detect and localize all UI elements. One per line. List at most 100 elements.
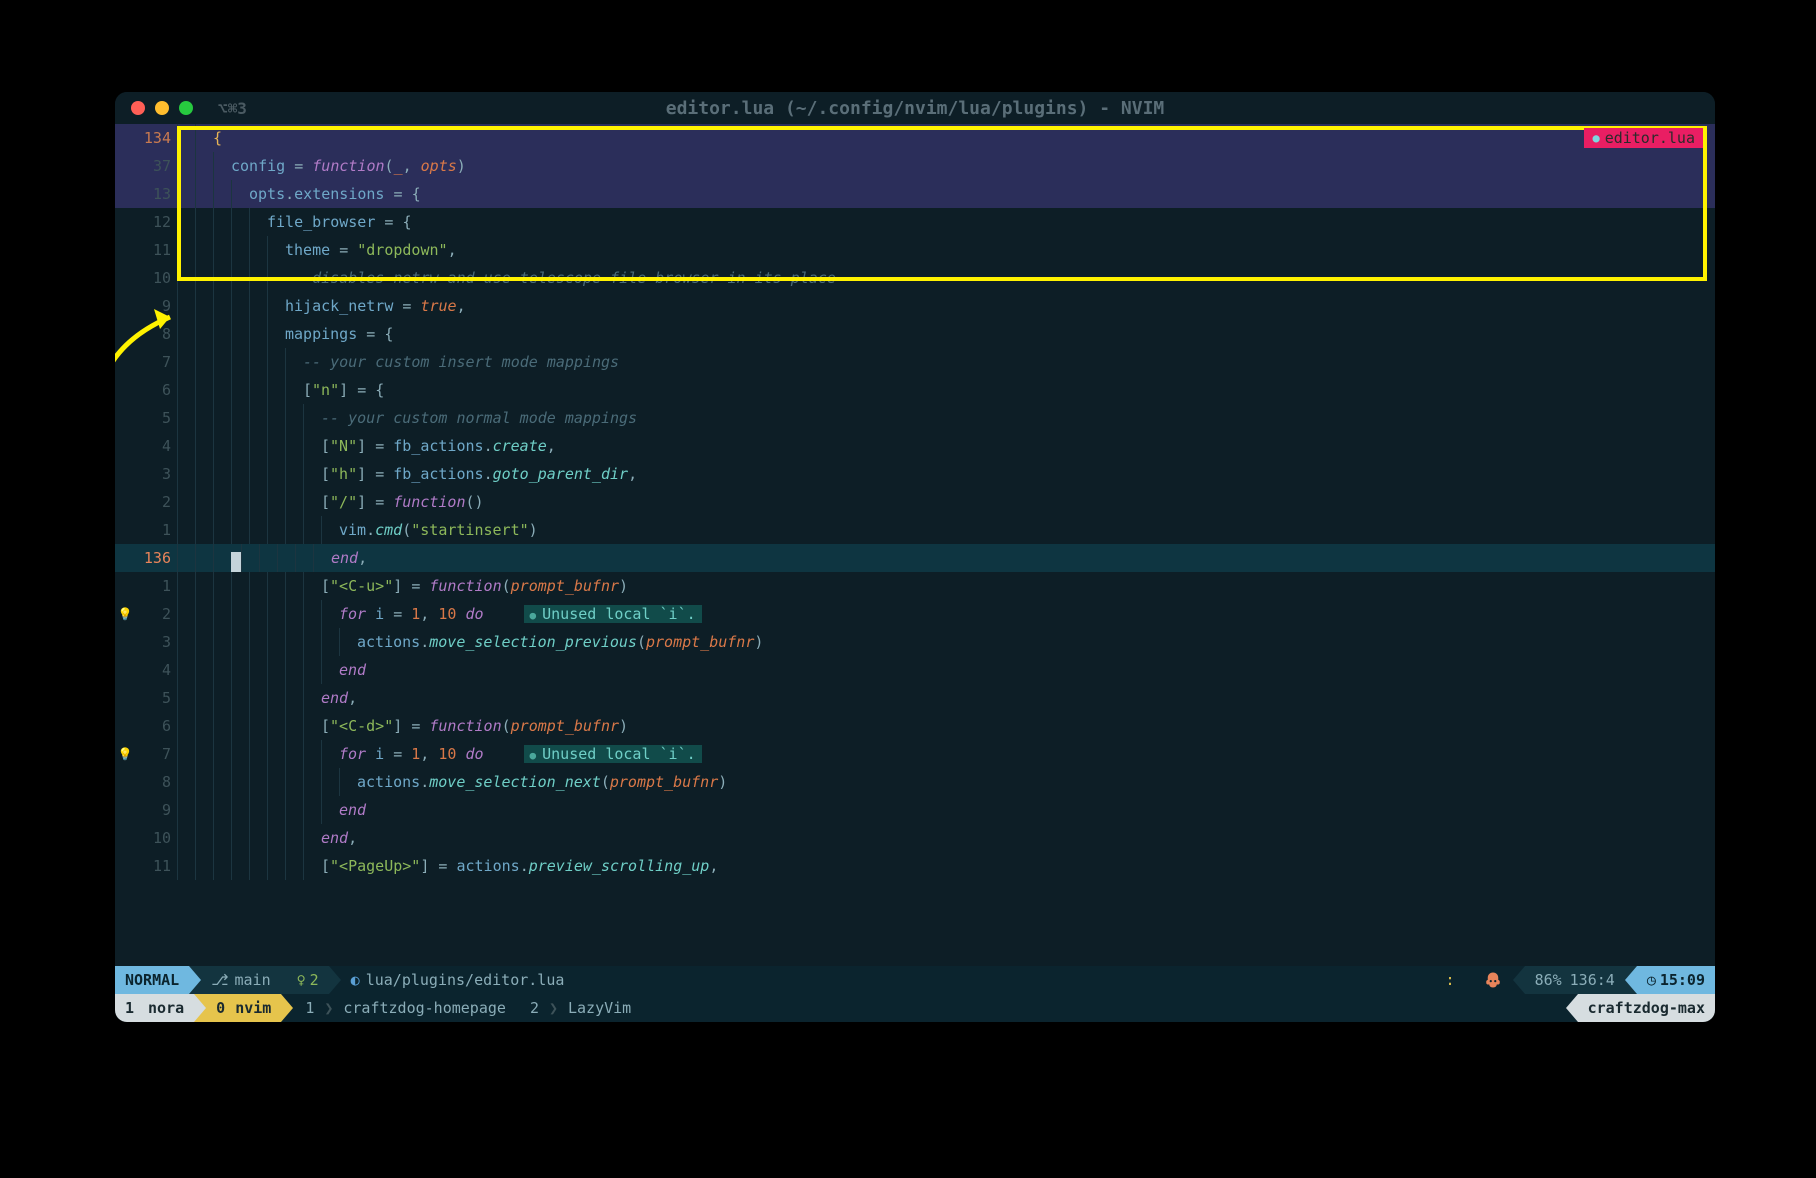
code-line[interactable]: 2["/"] = function() (115, 488, 1715, 516)
line-number: 3 (135, 628, 177, 656)
code-line[interactable]: 9hijack_netrw = true, (115, 292, 1715, 320)
line-number: 12 (135, 208, 177, 236)
code-line[interactable]: 5-- your custom normal mode mappings (115, 404, 1715, 432)
code-content[interactable]: actions.move_selection_previous(prompt_b… (177, 628, 1715, 656)
code-line[interactable]: 6["n"] = { (115, 376, 1715, 404)
code-content[interactable]: ["<PageUp>"] = actions.preview_scrolling… (177, 852, 1715, 880)
code-line[interactable]: 10-- disables netrw and use telescope-fi… (115, 264, 1715, 292)
line-number: 8 (135, 768, 177, 796)
code-content[interactable]: file_browser = { (177, 208, 1715, 236)
code-content[interactable]: ["<C-u>"] = function(prompt_bufnr) (177, 572, 1715, 600)
tmux-current-window-name[interactable]: nvim (235, 994, 281, 1022)
code-content[interactable]: ["N"] = fb_actions.create, (177, 432, 1715, 460)
code-content[interactable]: mappings = { (177, 320, 1715, 348)
sign-column: 💡 (115, 600, 135, 628)
chevron-right-icon (281, 966, 293, 994)
code-line[interactable]: 12file_browser = { (115, 208, 1715, 236)
tmux-session-index[interactable]: 1 (115, 994, 144, 1022)
line-number: 5 (135, 684, 177, 712)
sign-column (115, 628, 135, 656)
maximize-icon[interactable] (179, 101, 193, 115)
code-line[interactable]: 3actions.move_selection_previous(prompt_… (115, 628, 1715, 656)
chevron-left-icon (1625, 966, 1637, 994)
code-line[interactable]: 134{ (115, 124, 1715, 152)
tmux-window-2[interactable]: 2 ❯ LazyVim (518, 994, 643, 1022)
code-content[interactable]: opts.extensions = { (177, 180, 1715, 208)
code-content[interactable]: vim.cmd("startinsert") (177, 516, 1715, 544)
code-content[interactable]: -- your custom normal mode mappings (177, 404, 1715, 432)
code-line[interactable]: 11theme = "dropdown", (115, 236, 1715, 264)
code-line[interactable]: 3["h"] = fb_actions.goto_parent_dir, (115, 460, 1715, 488)
code-content[interactable]: for i = 1, 10 doUnused local `i`. (177, 740, 1715, 768)
code-content[interactable]: ["n"] = { (177, 376, 1715, 404)
terminal-window: ⌥⌘3 editor.lua (~/.config/nvim/lua/plugi… (115, 92, 1715, 1022)
code-line[interactable]: 1["<C-u>"] = function(prompt_bufnr) (115, 572, 1715, 600)
code-content[interactable]: ["<C-d>"] = function(prompt_bufnr) (177, 712, 1715, 740)
sign-column (115, 712, 135, 740)
code-line[interactable]: 8mappings = { (115, 320, 1715, 348)
window-title: editor.lua (~/.config/nvim/lua/plugins) … (115, 98, 1715, 119)
code-content[interactable]: config = function(_, opts) (177, 152, 1715, 180)
tmux-window-1[interactable]: 1 ❯ craftzdog-homepage (293, 994, 518, 1022)
code-content[interactable]: end (177, 656, 1715, 684)
editor-viewport[interactable]: editor.lua 134{37config = function(_, op… (115, 124, 1715, 966)
code-line[interactable]: 4["N"] = fb_actions.create, (115, 432, 1715, 460)
code-line[interactable]: 5end, (115, 684, 1715, 712)
code-content[interactable]: { (177, 124, 1715, 152)
code-content[interactable]: end, (177, 544, 1715, 572)
code-line[interactable]: 💡7for i = 1, 10 doUnused local `i`. (115, 740, 1715, 768)
code-content[interactable]: end, (177, 824, 1715, 852)
code-content[interactable]: theme = "dropdown", (177, 236, 1715, 264)
line-number: 4 (135, 656, 177, 684)
tmux-window-name: craftzdog-homepage (343, 999, 506, 1017)
cursor (231, 552, 241, 572)
code-area[interactable]: 134{37config = function(_, opts)13opts.e… (115, 124, 1715, 880)
line-number: 37 (135, 152, 177, 180)
clock: ◷ 15:09 (1637, 966, 1715, 994)
code-line[interactable]: 13opts.extensions = { (115, 180, 1715, 208)
sign-column (115, 768, 135, 796)
sign-column (115, 572, 135, 600)
line-number: 2 (135, 488, 177, 516)
code-line[interactable]: 9end (115, 796, 1715, 824)
code-content[interactable]: for i = 1, 10 doUnused local `i`. (177, 600, 1715, 628)
tmux-current-window-index[interactable]: 0 (206, 994, 235, 1022)
code-line[interactable]: 8actions.move_selection_next(prompt_bufn… (115, 768, 1715, 796)
code-content[interactable]: -- disables netrw and use telescope-file… (177, 264, 1715, 292)
lua-icon: ◐ (351, 971, 360, 989)
code-line[interactable]: 4end (115, 656, 1715, 684)
code-line[interactable]: 10end, (115, 824, 1715, 852)
branch-name: main (234, 971, 270, 989)
sign-column: 💡 (115, 740, 135, 768)
code-line[interactable]: 37config = function(_, opts) (115, 152, 1715, 180)
chevron-right-icon (194, 994, 206, 1022)
sign-column (115, 152, 135, 180)
code-line[interactable]: 11["<PageUp>"] = actions.preview_scrolli… (115, 852, 1715, 880)
code-content[interactable]: hijack_netrw = true, (177, 292, 1715, 320)
code-content[interactable]: end (177, 796, 1715, 824)
tmux-window-index: 1 (305, 999, 314, 1017)
diagnostic-hint: Unused local `i`. (524, 605, 702, 623)
code-line[interactable]: 136end, (115, 544, 1715, 572)
git-diff-indicator: ♀ 2 (293, 966, 329, 994)
close-icon[interactable] (131, 101, 145, 115)
chevron-right-icon (281, 994, 293, 1022)
code-content[interactable]: ["h"] = fb_actions.goto_parent_dir, (177, 460, 1715, 488)
code-line[interactable]: 6["<C-d>"] = function(prompt_bufnr) (115, 712, 1715, 740)
code-line[interactable]: 1vim.cmd("startinsert") (115, 516, 1715, 544)
chevron-left-icon (1566, 994, 1578, 1022)
chevron-right-icon (189, 966, 201, 994)
sign-column (115, 852, 135, 880)
line-number: 3 (135, 460, 177, 488)
code-content[interactable]: ["/"] = function() (177, 488, 1715, 516)
sign-column (115, 124, 135, 152)
code-line[interactable]: 💡2for i = 1, 10 doUnused local `i`. (115, 600, 1715, 628)
code-line[interactable]: 7-- your custom insert mode mappings (115, 348, 1715, 376)
sign-column (115, 516, 135, 544)
code-content[interactable]: end, (177, 684, 1715, 712)
code-content[interactable]: actions.move_selection_next(prompt_bufnr… (177, 768, 1715, 796)
code-content[interactable]: -- your custom insert mode mappings (177, 348, 1715, 376)
lightbulb-icon: 💡 (118, 740, 133, 768)
tmux-session-name[interactable]: nora (144, 994, 194, 1022)
minimize-icon[interactable] (155, 101, 169, 115)
